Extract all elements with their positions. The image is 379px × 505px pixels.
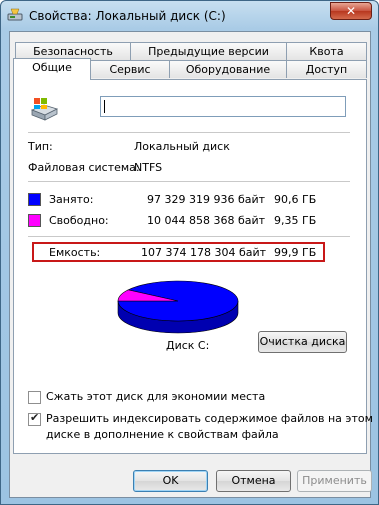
separator xyxy=(28,132,350,133)
tab-hardware[interactable]: Оборудование xyxy=(169,60,287,78)
drive-name-input[interactable] xyxy=(100,96,346,117)
capacity-bytes: 107 374 178 304 байт xyxy=(141,246,267,259)
text-caret xyxy=(104,100,105,113)
tab-quota[interactable]: Квота xyxy=(286,42,367,60)
used-space-swatch xyxy=(28,193,41,206)
checkmark-icon: ✔ xyxy=(30,411,40,424)
separator xyxy=(28,181,350,182)
free-label: Свободно: xyxy=(49,214,109,227)
separator xyxy=(28,236,350,237)
used-bytes: 97 329 319 936 байт xyxy=(147,193,266,206)
capacity-size: 99,9 ГБ xyxy=(274,246,317,259)
disk-label: Диск C: xyxy=(166,339,210,352)
cancel-button[interactable]: Отмена xyxy=(216,470,291,492)
type-label: Тип: xyxy=(28,140,53,153)
used-label: Занято: xyxy=(49,193,94,206)
filesystem-value: NTFS xyxy=(134,161,163,174)
disk-cleanup-button[interactable]: Очистка диска xyxy=(258,331,347,353)
capacity-label: Емкость: xyxy=(49,246,101,259)
type-value: Локальный диск xyxy=(134,140,230,153)
window-title: Свойства: Локальный диск (C:) xyxy=(29,9,226,23)
close-button[interactable]: ✕ xyxy=(330,2,372,20)
index-label-line1[interactable]: Разрешить индексировать содержимое файло… xyxy=(46,412,373,425)
free-bytes: 10 044 858 368 байт xyxy=(147,214,266,227)
ok-button[interactable]: OK xyxy=(133,470,208,492)
tab-general[interactable]: Общие xyxy=(13,58,91,80)
tab-tools[interactable]: Сервис xyxy=(90,60,170,78)
index-checkbox[interactable]: ✔ xyxy=(28,411,41,426)
used-size: 90,6 ГБ xyxy=(274,193,317,206)
disk-usage-pie xyxy=(117,280,239,334)
properties-window: Свойства: Локальный диск (C:) ✕ Безопасн… xyxy=(0,0,379,505)
tab-sharing[interactable]: Доступ xyxy=(286,60,367,78)
compress-label[interactable]: Сжать этот диск для экономии места xyxy=(46,390,265,403)
apply-button[interactable]: Применить xyxy=(297,470,372,492)
compress-checkbox[interactable] xyxy=(28,391,41,404)
close-icon: ✕ xyxy=(345,4,357,18)
tab-previous-versions[interactable]: Предыдущие версии xyxy=(130,42,287,60)
title-bar[interactable]: Свойства: Локальный диск (C:) ✕ xyxy=(1,1,378,31)
index-label-line2[interactable]: диске в дополнение к свойствам файла xyxy=(46,428,279,441)
free-size: 9,35 ГБ xyxy=(274,214,317,227)
dialog-body: Безопасность Предыдущие версии Квота Общ… xyxy=(9,31,373,498)
general-tab-panel: Тип: Локальный диск Файловая система: NT… xyxy=(13,79,373,454)
hard-drive-icon xyxy=(30,98,59,121)
filesystem-label: Файловая система: xyxy=(28,161,140,174)
free-space-swatch xyxy=(28,214,41,227)
drive-icon xyxy=(7,8,23,21)
